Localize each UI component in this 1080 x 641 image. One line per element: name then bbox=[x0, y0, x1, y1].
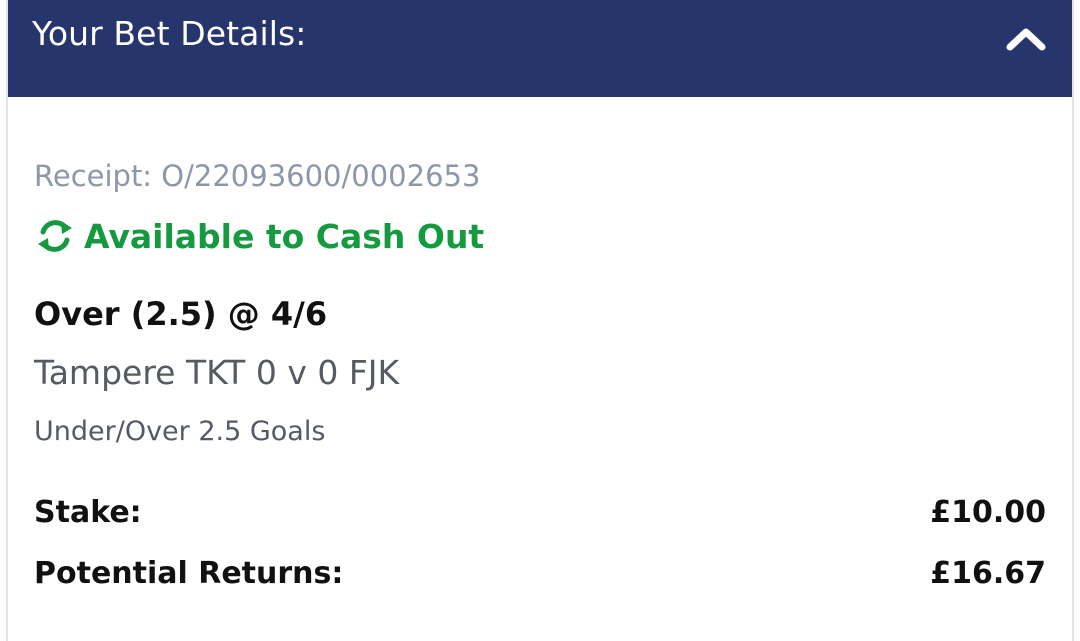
collapse-button[interactable] bbox=[1002, 18, 1050, 58]
returns-label: Potential Returns: bbox=[34, 556, 344, 591]
stake-value: £10.00 bbox=[930, 495, 1046, 530]
header-title: Your Bet Details: bbox=[32, 14, 307, 53]
stake-row: Stake: £10.00 bbox=[34, 495, 1046, 530]
returns-value: £16.67 bbox=[930, 556, 1046, 591]
bet-details-header[interactable]: Your Bet Details: bbox=[8, 0, 1072, 97]
bet-details-panel: Your Bet Details: Receipt: O/22093600/00… bbox=[6, 0, 1074, 641]
refresh-arrows-icon bbox=[38, 220, 72, 252]
stake-label: Stake: bbox=[34, 495, 142, 530]
chevron-up-icon bbox=[1006, 28, 1046, 51]
market-name: Under/Over 2.5 Goals bbox=[34, 416, 326, 447]
bet-selection: Over (2.5) @ 4/6 bbox=[34, 295, 328, 333]
event-name: Tampere TKT 0 v 0 FJK bbox=[34, 353, 400, 392]
returns-row: Potential Returns: £16.67 bbox=[34, 556, 1046, 591]
cashout-label: Available to Cash Out bbox=[84, 216, 485, 256]
cashout-status: Available to Cash Out bbox=[34, 213, 484, 259]
receipt-number: Receipt: O/22093600/0002653 bbox=[34, 159, 481, 193]
